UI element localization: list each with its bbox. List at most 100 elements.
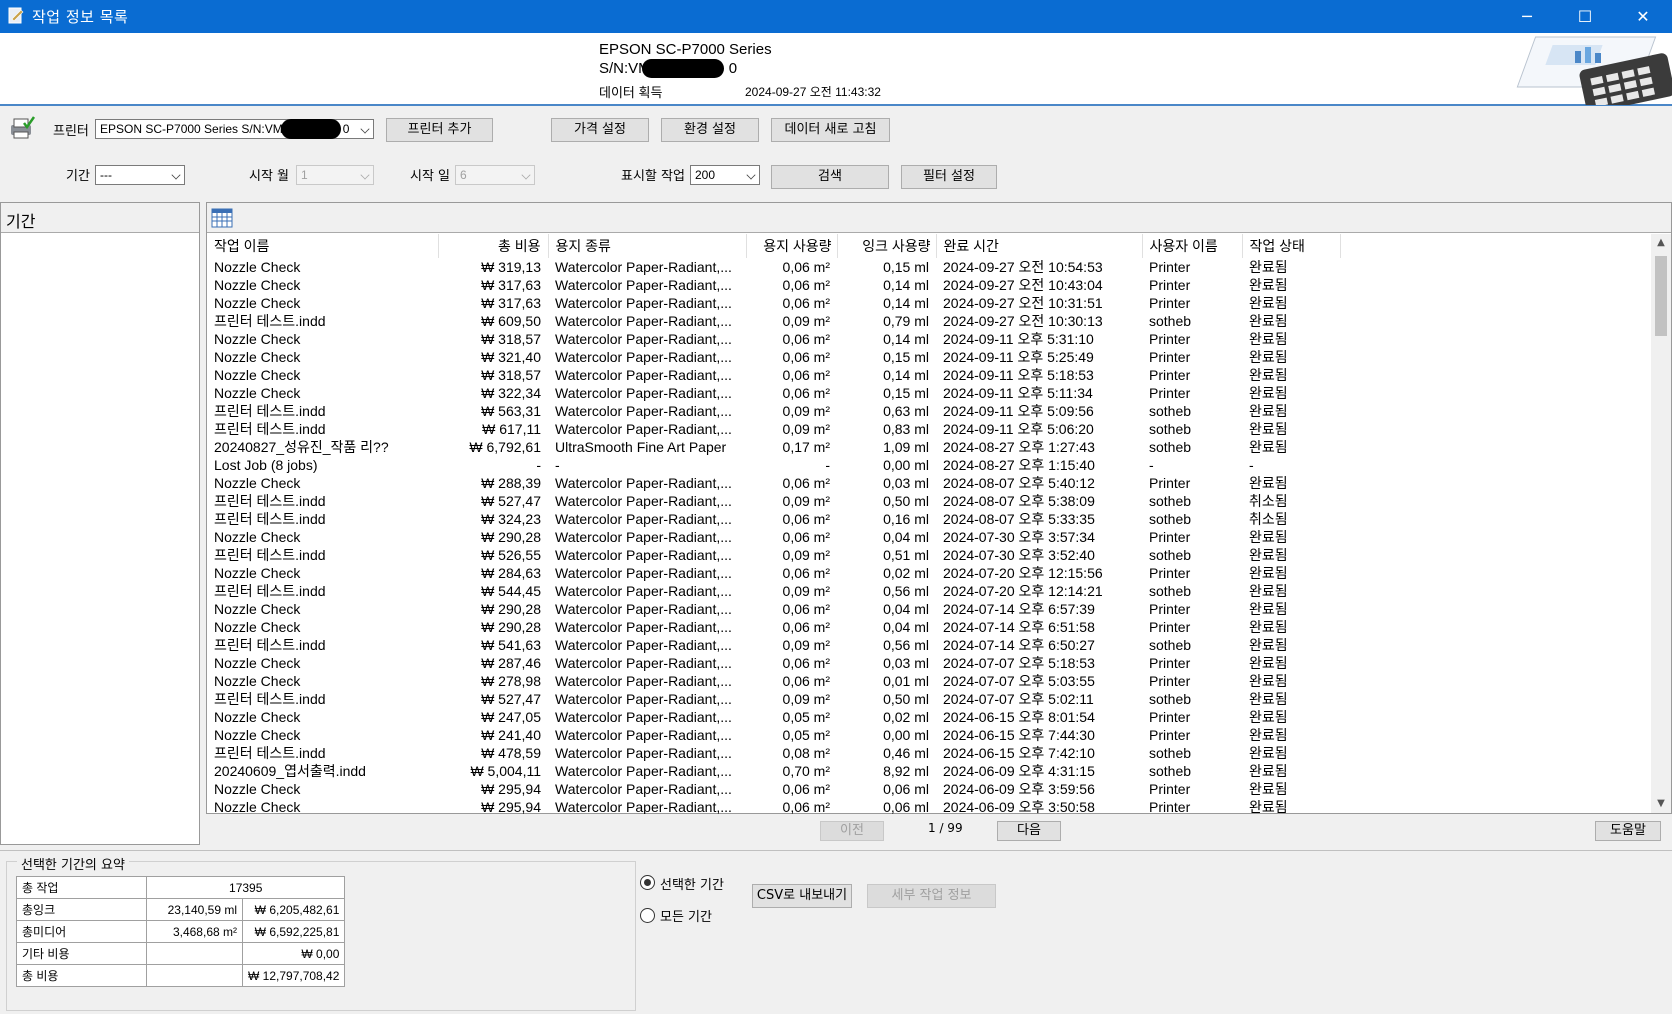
table-row[interactable]: Nozzle Check ₩ 278,98 Watercolor Paper-Rad… bbox=[207, 672, 1652, 690]
scroll-up-icon[interactable]: ▲ bbox=[1655, 237, 1667, 249]
all-period-radio[interactable] bbox=[640, 908, 655, 923]
table-cell: 완료됨 bbox=[1249, 565, 1288, 581]
table-cell: 완료됨 bbox=[1249, 583, 1288, 599]
table-row[interactable]: 프린터 테스트.indd ₩ 563,31 Watercolor Paper-Rad… bbox=[207, 402, 1652, 420]
table-row[interactable]: 프린터 테스트.indd ₩ 527,47 Watercolor Paper-Rad… bbox=[207, 492, 1652, 510]
close-button[interactable]: ✕ bbox=[1614, 0, 1672, 33]
table-cell-filler bbox=[1340, 528, 1652, 546]
table-cell: 0,09 m² bbox=[782, 691, 830, 707]
column-header[interactable]: 작업 이름 bbox=[207, 234, 439, 258]
table-cell: 2024-09-27 오전 10:30:13 bbox=[943, 313, 1103, 329]
table-row[interactable]: 프린터 테스트.indd ₩ 609,50 Watercolor Paper-Rad… bbox=[207, 312, 1652, 330]
column-header[interactable]: 잉크 사용량 bbox=[837, 234, 937, 258]
search-button[interactable]: 검색 bbox=[771, 165, 889, 189]
table-row[interactable]: Nozzle Check ₩ 318,57 Watercolor Paper-Rad… bbox=[207, 330, 1652, 348]
table-cell: - bbox=[555, 457, 560, 473]
start-day-select[interactable]: 6 bbox=[455, 165, 535, 185]
env-settings-button[interactable]: 환경 설정 bbox=[661, 118, 759, 142]
table-cell: Watercolor Paper-Radiant,... bbox=[555, 745, 732, 761]
column-header[interactable]: 작업 상태 bbox=[1242, 234, 1341, 258]
start-month-select[interactable]: 1 bbox=[296, 165, 374, 185]
period-tree-pane[interactable]: 기간 bbox=[0, 202, 200, 845]
table-cell: Nozzle Check bbox=[214, 673, 301, 689]
table-cell: 0,56 ml bbox=[883, 583, 929, 599]
table-cell: 0,50 ml bbox=[883, 691, 929, 707]
prev-page-button[interactable]: 이전 bbox=[820, 821, 884, 841]
table-cell: Nozzle Check bbox=[214, 781, 301, 797]
next-page-button[interactable]: 다음 bbox=[997, 821, 1061, 841]
table-row[interactable]: 20240827_성유진_작품 리?? ₩ 6,792,61 UltraSmooth… bbox=[207, 438, 1652, 456]
table-row[interactable]: 프린터 테스트.indd ₩ 526,55 Watercolor Paper-Rad… bbox=[207, 546, 1652, 564]
column-header[interactable]: 완료 시간 bbox=[936, 234, 1143, 258]
table-view-icon[interactable] bbox=[211, 208, 233, 228]
help-button[interactable]: 도움말 bbox=[1595, 821, 1661, 841]
column-header[interactable]: 총 비용 bbox=[438, 234, 549, 258]
table-row[interactable]: Nozzle Check ₩ 317,63 Watercolor Paper-Rad… bbox=[207, 276, 1652, 294]
table-cell: Watercolor Paper-Radiant,... bbox=[555, 763, 732, 779]
table-row[interactable]: Nozzle Check ₩ 290,28 Watercolor Paper-Rad… bbox=[207, 600, 1652, 618]
column-header[interactable]: 용지 사용량 bbox=[746, 234, 838, 258]
table-row[interactable]: 프린터 테스트.indd ₩ 617,11 Watercolor Paper-Rad… bbox=[207, 420, 1652, 438]
table-cell: 완료됨 bbox=[1249, 547, 1288, 563]
column-header[interactable]: 사용자 이름 bbox=[1142, 234, 1243, 258]
maximize-button[interactable]: ☐ bbox=[1556, 0, 1614, 33]
table-row[interactable]: 프린터 테스트.indd ₩ 541,63 Watercolor Paper-Rad… bbox=[207, 636, 1652, 654]
job-details-button[interactable]: 세부 작업 정보 bbox=[867, 884, 996, 908]
table-cell: Watercolor Paper-Radiant,... bbox=[555, 421, 732, 437]
summary-value: 3,468,68 m² bbox=[146, 920, 243, 943]
printer-icon bbox=[11, 116, 36, 139]
table-row[interactable]: 프린터 테스트.indd ₩ 478,59 Watercolor Paper-Rad… bbox=[207, 744, 1652, 762]
table-row[interactable]: Nozzle Check ₩ 290,28 Watercolor Paper-Rad… bbox=[207, 618, 1652, 636]
table-cell: 2024-08-07 오후 5:38:09 bbox=[943, 493, 1095, 509]
table-cell: Watercolor Paper-Radiant,... bbox=[555, 493, 732, 509]
display-jobs-select[interactable]: 200 bbox=[690, 165, 760, 185]
table-row[interactable]: Nozzle Check ₩ 319,13 Watercolor Paper-Rad… bbox=[207, 258, 1652, 276]
scroll-thumb[interactable] bbox=[1655, 256, 1667, 336]
table-cell: ₩ 478,59 bbox=[481, 745, 541, 761]
table-row[interactable]: 프린터 테스트.indd ₩ 527,47 Watercolor Paper-Rad… bbox=[207, 690, 1652, 708]
table-cell-filler bbox=[1340, 294, 1652, 312]
table-cell-filler bbox=[1340, 564, 1652, 582]
table-cell: 0,09 m² bbox=[782, 493, 830, 509]
csv-export-button[interactable]: CSV로 내보내기 bbox=[752, 884, 852, 908]
table-row[interactable]: Nozzle Check ₩ 287,46 Watercolor Paper-Rad… bbox=[207, 654, 1652, 672]
table-row[interactable]: 프린터 테스트.indd ₩ 544,45 Watercolor Paper-Rad… bbox=[207, 582, 1652, 600]
table-row[interactable]: Nozzle Check ₩ 295,94 Watercolor Paper-Rad… bbox=[207, 780, 1652, 798]
table-cell: Nozzle Check bbox=[214, 277, 301, 293]
selected-period-radio[interactable] bbox=[640, 875, 655, 890]
table-row[interactable]: Nozzle Check ₩ 284,63 Watercolor Paper-Rad… bbox=[207, 564, 1652, 582]
table-cell: Watercolor Paper-Radiant,... bbox=[555, 385, 732, 401]
summary-value: ₩ 12,797,708,42 bbox=[241, 964, 346, 987]
table-row[interactable]: Nozzle Check ₩ 321,40 Watercolor Paper-Rad… bbox=[207, 348, 1652, 366]
table-row[interactable]: Nozzle Check ₩ 247,05 Watercolor Paper-Rad… bbox=[207, 708, 1652, 726]
scroll-down-icon[interactable]: ▼ bbox=[1655, 798, 1667, 810]
summary-row: 총잉크 23,140,59 ml ₩ 6,205,482,61 bbox=[16, 898, 346, 921]
table-row[interactable]: Nozzle Check ₩ 322,34 Watercolor Paper-Rad… bbox=[207, 384, 1652, 402]
table-cell: 2024-09-27 오전 10:43:04 bbox=[943, 277, 1103, 293]
table-cell: ₩ 317,63 bbox=[481, 277, 541, 293]
add-printer-button[interactable]: 프린터 추가 bbox=[386, 118, 493, 142]
table-row[interactable]: 프린터 테스트.indd ₩ 324,23 Watercolor Paper-Rad… bbox=[207, 510, 1652, 528]
table-row[interactable]: 20240609_엽서출력.indd ₩ 5,004,11 Watercolor P… bbox=[207, 762, 1652, 780]
vertical-scrollbar[interactable]: ▲ ▼ bbox=[1651, 234, 1671, 813]
table-row[interactable]: Nozzle Check ₩ 241,40 Watercolor Paper-Rad… bbox=[207, 726, 1652, 744]
price-settings-button[interactable]: 가격 설정 bbox=[551, 118, 649, 142]
table-cell: 0,06 m² bbox=[782, 565, 830, 581]
table-row[interactable]: Nozzle Check ₩ 288,39 Watercolor Paper-Rad… bbox=[207, 474, 1652, 492]
table-cell: 0,06 m² bbox=[782, 601, 830, 617]
table-cell: Watercolor Paper-Radiant,... bbox=[555, 673, 732, 689]
table-row[interactable]: Nozzle Check ₩ 317,63 Watercolor Paper-Rad… bbox=[207, 294, 1652, 312]
table-cell: 0,02 ml bbox=[883, 565, 929, 581]
table-cell: Nozzle Check bbox=[214, 655, 301, 671]
period-pane-title: 기간 bbox=[1, 203, 199, 233]
column-header[interactable]: 용지 종류 bbox=[548, 234, 747, 258]
table-row[interactable]: Lost Job (8 jobs) - - -0,00 ml 2024-08-27 오후… bbox=[207, 456, 1652, 474]
filter-settings-button[interactable]: 필터 설정 bbox=[901, 165, 997, 189]
period-select[interactable]: --- bbox=[95, 165, 185, 185]
job-list-grid[interactable]: 작업 이름 총 비용 용지 종류 용지 사용량 잉크 사용량 완료 시간 사용자 이름 작업 … bbox=[206, 202, 1672, 815]
minimize-button[interactable]: ─ bbox=[1498, 0, 1556, 33]
table-row[interactable]: Nozzle Check ₩ 290,28 Watercolor Paper-Rad… bbox=[207, 528, 1652, 546]
refresh-data-button[interactable]: 데이터 새로 고침 bbox=[771, 118, 890, 142]
summary-row: 기타 비용 ₩ 0,00 bbox=[16, 942, 346, 965]
table-row[interactable]: Nozzle Check ₩ 318,57 Watercolor Paper-Rad… bbox=[207, 366, 1652, 384]
